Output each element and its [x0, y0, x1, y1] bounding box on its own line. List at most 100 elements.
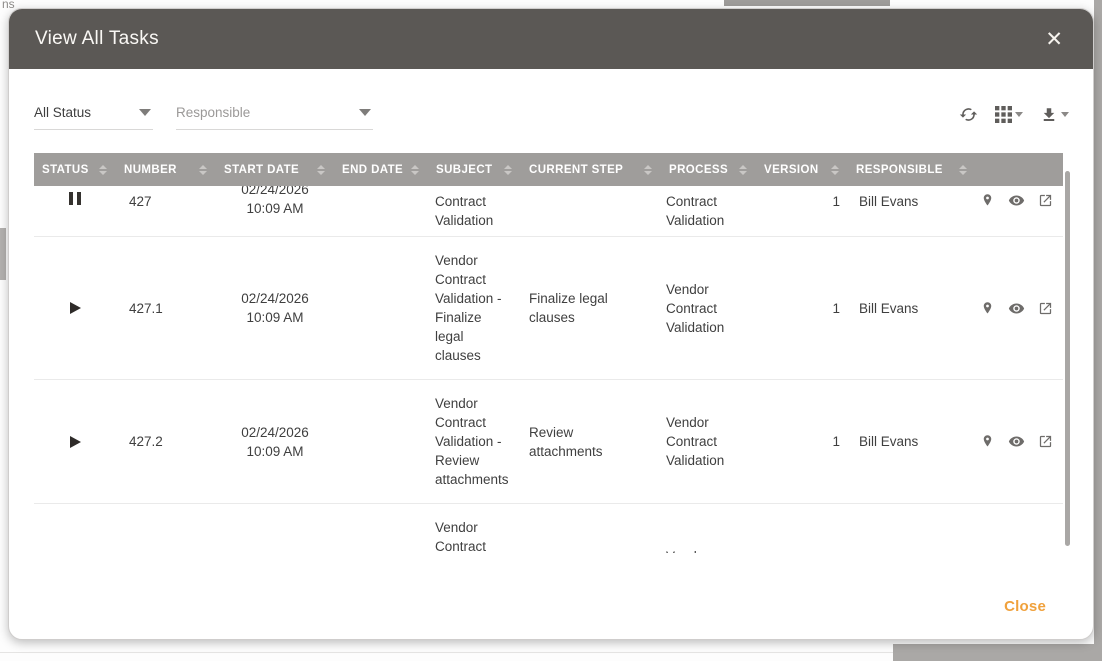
sort-icon[interactable]	[831, 165, 839, 175]
play-icon	[70, 302, 81, 314]
column-header: PROCESS	[661, 153, 756, 186]
column-label: CURRENT STEP	[529, 164, 623, 176]
version: 1	[756, 552, 848, 554]
task-number: 427.3	[116, 552, 216, 554]
column-header-actions	[976, 153, 1063, 186]
sort-icon[interactable]	[199, 165, 207, 175]
grid-columns-icon	[995, 106, 1012, 123]
version: 1	[756, 186, 848, 211]
column-label: START DATE	[224, 164, 299, 176]
time: 10:09 AM	[224, 442, 326, 461]
chevron-down-icon	[139, 109, 151, 116]
status-filter-value: All Status	[34, 105, 91, 120]
current-step: Review attachments	[521, 409, 661, 475]
date: 02/24/2026	[224, 423, 326, 442]
location-pin-icon[interactable]	[980, 301, 995, 316]
time: 10:09 AM	[224, 308, 326, 327]
task-number: 427.2	[116, 418, 216, 465]
column-header: END DATE	[334, 153, 428, 186]
external-link-icon[interactable]	[1038, 434, 1053, 449]
eye-icon[interactable]	[1008, 300, 1025, 317]
grid-columns-button[interactable]	[995, 106, 1023, 123]
responsible-name: Bill Evans	[859, 192, 918, 211]
process: Vendor Contract Validation	[661, 266, 756, 351]
column-label: VERSION	[764, 164, 819, 176]
sort-icon[interactable]	[739, 165, 747, 175]
responsible: Mary Davies	[848, 549, 976, 553]
column-label: STATUS	[42, 164, 89, 176]
chevron-down-icon	[1015, 112, 1023, 117]
table-row[interactable]: 427 02/24/202610:09 AM Contract Validati…	[34, 186, 1063, 237]
location-pin-icon[interactable]	[980, 434, 995, 449]
sort-icon[interactable]	[504, 165, 512, 175]
close-button[interactable]: Close	[1004, 598, 1046, 615]
table-row[interactable]: 427.2 02/24/202610:09 AM Vendor Contract…	[34, 380, 1063, 504]
status-cell	[34, 422, 116, 462]
responsible-filter-select[interactable]: Responsible	[176, 105, 373, 130]
row-actions	[976, 186, 1063, 209]
eye-icon[interactable]	[1008, 192, 1025, 209]
column-header: VERSION	[756, 153, 848, 186]
background-right-strip	[1094, 0, 1102, 661]
column-label: NUMBER	[124, 164, 177, 176]
subject: Contract Validation	[428, 186, 521, 230]
current-step: Validate financial conditions	[521, 542, 661, 553]
subject: Vendor Contract Validation - Validate fi…	[428, 504, 521, 553]
column-header: START DATE	[216, 153, 334, 186]
column-header: NUMBER	[116, 153, 216, 186]
column-header: SUBJECT	[428, 153, 521, 186]
filter-bar: All Status Responsible	[34, 105, 1069, 130]
external-link-icon[interactable]	[1038, 193, 1053, 208]
tasks-table: STATUS NUMBER START DATE END DATE SUBJEC…	[34, 153, 1072, 553]
status-filter-select[interactable]: All Status	[34, 105, 153, 130]
start-date: 02/24/202610:09 AM	[216, 186, 334, 218]
column-header: CURRENT STEP	[521, 153, 661, 186]
download-button[interactable]	[1040, 106, 1069, 124]
column-header: STATUS	[34, 153, 116, 186]
version: 1	[756, 418, 848, 465]
status-cell	[34, 186, 116, 205]
responsible-filter-placeholder: Responsible	[176, 105, 250, 120]
task-number: 427	[116, 186, 216, 211]
current-step	[521, 186, 661, 192]
play-icon	[70, 436, 81, 448]
row-actions	[976, 553, 1063, 554]
row-actions	[976, 286, 1063, 331]
location-pin-icon[interactable]	[980, 193, 995, 208]
status-cell	[34, 288, 116, 328]
start-date: 02/24/202610:09 AM	[216, 542, 334, 553]
refresh-icon[interactable]	[959, 105, 978, 124]
dialog-header: View All Tasks ✕	[9, 9, 1093, 69]
sort-icon[interactable]	[959, 165, 967, 175]
table-header-row: STATUS NUMBER START DATE END DATE SUBJEC…	[34, 153, 1063, 186]
column-header: RESPONSIBLE	[848, 153, 976, 186]
date: 02/24/2026	[224, 186, 326, 199]
download-icon	[1040, 106, 1058, 124]
table-row[interactable]: 427.3 02/24/202610:09 AM Vendor Contract…	[34, 504, 1063, 553]
column-label: SUBJECT	[436, 164, 492, 176]
process: Vendor Contract Validation	[661, 533, 756, 554]
table-toolbar	[959, 105, 1069, 130]
close-icon[interactable]: ✕	[1041, 27, 1067, 52]
pause-icon	[69, 192, 81, 205]
task-number: 427.1	[116, 285, 216, 332]
chevron-down-icon	[359, 109, 371, 116]
responsible: Bill Evans	[848, 285, 976, 332]
table-body: 427 02/24/202610:09 AM Contract Validati…	[34, 186, 1072, 553]
external-link-icon[interactable]	[1038, 301, 1053, 316]
process: Contract Validation	[661, 186, 756, 230]
table-row[interactable]: 427.1 02/24/202610:09 AM Vendor Contract…	[34, 237, 1063, 380]
column-label: RESPONSIBLE	[856, 164, 943, 176]
date: 02/24/2026	[224, 289, 326, 308]
responsible: Bill Evans	[848, 186, 976, 211]
vertical-scrollbar[interactable]	[1065, 171, 1070, 546]
sort-icon[interactable]	[99, 165, 107, 175]
sort-icon[interactable]	[644, 165, 652, 175]
eye-icon[interactable]	[1008, 433, 1025, 450]
version: 1	[756, 285, 848, 332]
sort-icon[interactable]	[317, 165, 325, 175]
dialog-title: View All Tasks	[35, 28, 159, 50]
background-block	[0, 228, 6, 280]
sort-icon[interactable]	[411, 165, 419, 175]
background-block	[893, 644, 1102, 661]
